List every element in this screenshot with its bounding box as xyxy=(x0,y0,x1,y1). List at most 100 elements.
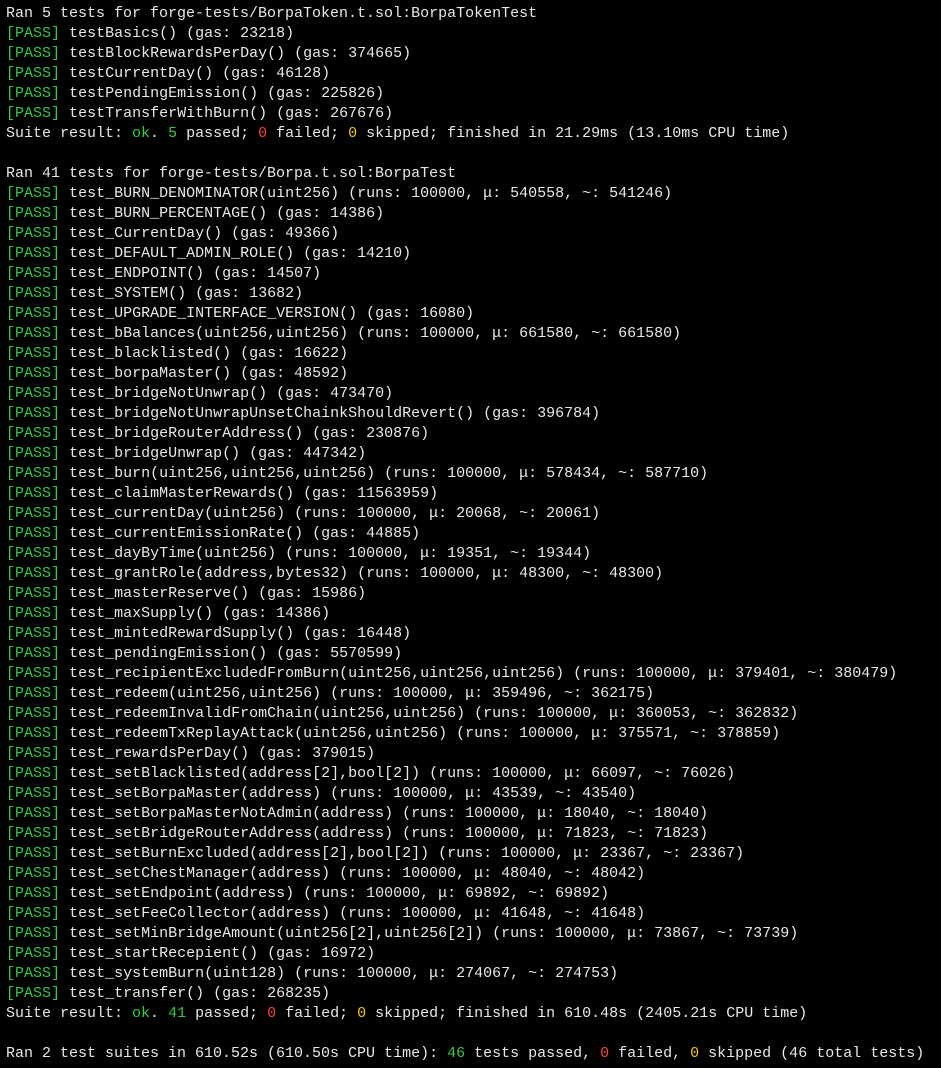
test-line: [PASS] test_ENDPOINT() (gas: 14507) xyxy=(6,264,935,284)
status-pass: PASS xyxy=(15,385,51,402)
bracket-close: ] xyxy=(51,745,60,762)
test-line: [PASS] test_setFeeCollector(address) (ru… xyxy=(6,904,935,924)
test-gas: (gas: 46128) xyxy=(213,65,330,82)
status-pass: PASS xyxy=(15,545,51,562)
test-fuzz-stats: (runs: 100000, μ: 360053, ~: 362832) xyxy=(465,705,798,722)
test-gas: (gas: 49366) xyxy=(222,225,339,242)
bracket-close: ] xyxy=(51,225,60,242)
status-pass: PASS xyxy=(15,485,51,502)
test-fuzz-stats: (runs: 100000, μ: 41648, ~: 41648) xyxy=(330,905,645,922)
status-pass: PASS xyxy=(15,945,51,962)
bracket-open: [ xyxy=(6,805,15,822)
test-fuzz-stats: (runs: 100000, μ: 48300, ~: 48300) xyxy=(348,565,663,582)
status-pass: PASS xyxy=(15,105,51,122)
bracket-close: ] xyxy=(51,65,60,82)
test-line: [PASS] testBasics() (gas: 23218) xyxy=(6,24,935,44)
terminal-output[interactable]: Ran 5 tests for forge-tests/BorpaToken.t… xyxy=(0,0,941,1068)
test-name: test_setBridgeRouterAddress(address) xyxy=(69,825,393,842)
bracket-close: ] xyxy=(51,985,60,1002)
test-name: test_mintedRewardSupply() xyxy=(69,625,294,642)
test-name: test_masterReserve() xyxy=(69,585,249,602)
test-name: test_redeem(uint256,uint256) xyxy=(69,685,321,702)
bracket-open: [ xyxy=(6,105,15,122)
status-pass: PASS xyxy=(15,605,51,622)
test-line: [PASS] test_setBridgeRouterAddress(addre… xyxy=(6,824,935,844)
terminal-line: Ran 5 tests for forge-tests/BorpaToken.t… xyxy=(6,4,935,24)
status-pass: PASS xyxy=(15,205,51,222)
suite-skipped-count: 0 xyxy=(348,125,357,142)
test-name: test_systemBurn(uint128) xyxy=(69,965,285,982)
bracket-close: ] xyxy=(51,525,60,542)
bracket-open: [ xyxy=(6,845,15,862)
test-line: [PASS] test_burn(uint256,uint256,uint256… xyxy=(6,464,935,484)
status-pass: PASS xyxy=(15,745,51,762)
test-name: test_setMinBridgeAmount(uint256[2],uint2… xyxy=(69,925,483,942)
test-line: [PASS] test_CurrentDay() (gas: 49366) xyxy=(6,224,935,244)
bracket-open: [ xyxy=(6,445,15,462)
bracket-open: [ xyxy=(6,225,15,242)
test-fuzz-stats: (runs: 100000, μ: 73867, ~: 73739) xyxy=(483,925,798,942)
test-name: test_setBorpaMasterNotAdmin(address) xyxy=(69,805,393,822)
bracket-close: ] xyxy=(51,265,60,282)
bracket-close: ] xyxy=(51,765,60,782)
test-fuzz-stats: (runs: 100000, μ: 274067, ~: 274753) xyxy=(285,965,618,982)
status-pass: PASS xyxy=(15,905,51,922)
test-name: testPendingEmission() xyxy=(69,85,258,102)
test-line: [PASS] test_setMinBridgeAmount(uint256[2… xyxy=(6,924,935,944)
test-line: [PASS] test_redeemTxReplayAttack(uint256… xyxy=(6,724,935,744)
test-name: test_bridgeRouterAddress() xyxy=(69,425,303,442)
test-name: test_redeemInvalidFromChain(uint256,uint… xyxy=(69,705,465,722)
test-gas: (gas: 13682) xyxy=(186,285,303,302)
bracket-open: [ xyxy=(6,945,15,962)
test-name: test_bBalances(uint256,uint256) xyxy=(69,325,348,342)
suite-timing: skipped; finished in 21.29ms (13.10ms CP… xyxy=(357,125,789,142)
bracket-open: [ xyxy=(6,85,15,102)
test-line: [PASS] testCurrentDay() (gas: 46128) xyxy=(6,64,935,84)
test-gas: (gas: 44885) xyxy=(303,525,420,542)
test-fuzz-stats: (runs: 100000, μ: 20068, ~: 20061) xyxy=(285,505,600,522)
status-pass: PASS xyxy=(15,445,51,462)
bracket-open: [ xyxy=(6,425,15,442)
test-fuzz-stats: (runs: 100000, μ: 661580, ~: 661580) xyxy=(348,325,681,342)
bracket-close: ] xyxy=(51,865,60,882)
test-name: testTransferWithBurn() xyxy=(69,105,267,122)
bracket-close: ] xyxy=(51,885,60,902)
status-pass: PASS xyxy=(15,805,51,822)
test-name: test_rewardsPerDay() xyxy=(69,745,249,762)
test-name: test_CurrentDay() xyxy=(69,225,222,242)
bracket-close: ] xyxy=(51,805,60,822)
bracket-open: [ xyxy=(6,565,15,582)
test-gas: (gas: 447342) xyxy=(240,445,366,462)
bracket-open: [ xyxy=(6,345,15,362)
test-gas: (gas: 16622) xyxy=(231,345,348,362)
test-gas: (gas: 14386) xyxy=(213,605,330,622)
test-name: test_burn(uint256,uint256,uint256) xyxy=(69,465,375,482)
status-pass: PASS xyxy=(15,645,51,662)
bracket-close: ] xyxy=(51,645,60,662)
bracket-open: [ xyxy=(6,405,15,422)
status-pass: PASS xyxy=(15,845,51,862)
test-name: test_grantRole(address,bytes32) xyxy=(69,565,348,582)
test-name: test_ENDPOINT() xyxy=(69,265,204,282)
bracket-open: [ xyxy=(6,645,15,662)
test-fuzz-stats: (runs: 100000, μ: 19351, ~: 19344) xyxy=(276,545,591,562)
test-line: [PASS] test_bridgeNotUnwrap() (gas: 4734… xyxy=(6,384,935,404)
test-name: test_transfer() xyxy=(69,985,204,1002)
test-line: [PASS] test_borpaMaster() (gas: 48592) xyxy=(6,364,935,384)
suite-result: Suite result: ok. 41 passed; 0 failed; 0… xyxy=(6,1004,935,1024)
bracket-close: ] xyxy=(51,205,60,222)
test-gas: (gas: 396784) xyxy=(474,405,600,422)
status-pass: PASS xyxy=(15,585,51,602)
final-summary: Ran 2 test suites in 610.52s (610.50s CP… xyxy=(6,1044,935,1064)
bracket-close: ] xyxy=(51,45,60,62)
status-pass: PASS xyxy=(15,45,51,62)
test-gas: (gas: 230876) xyxy=(303,425,429,442)
status-pass: PASS xyxy=(15,725,51,742)
test-line: [PASS] test_DEFAULT_ADMIN_ROLE() (gas: 1… xyxy=(6,244,935,264)
status-pass: PASS xyxy=(15,425,51,442)
test-name: test_startRecepient() xyxy=(69,945,258,962)
status-pass: PASS xyxy=(15,825,51,842)
test-name: test_setEndpoint(address) xyxy=(69,885,294,902)
bracket-close: ] xyxy=(51,685,60,702)
test-name: test_bridgeNotUnwrap() xyxy=(69,385,267,402)
